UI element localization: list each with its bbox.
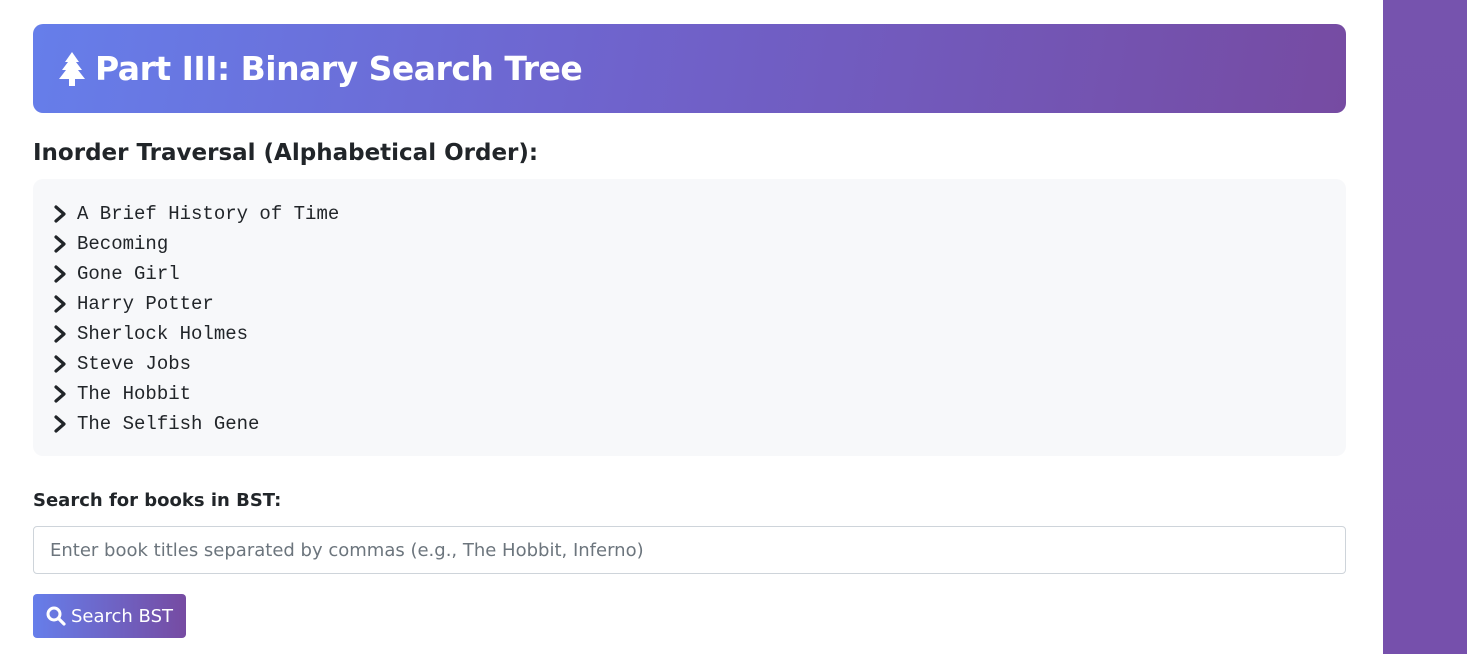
traversal-list: A Brief History of Time Becoming Gone Girl… bbox=[53, 199, 1346, 439]
search-label: Search for books in BST: bbox=[33, 490, 282, 511]
list-item: Steve Jobs bbox=[53, 349, 1346, 379]
chevron-right-icon bbox=[53, 355, 67, 373]
list-item: Gone Girl bbox=[53, 259, 1346, 289]
list-item: The Selfish Gene bbox=[53, 409, 1346, 439]
chevron-right-icon bbox=[53, 325, 67, 343]
tree-icon bbox=[57, 51, 87, 87]
list-item-label: Sherlock Holmes bbox=[77, 323, 249, 345]
list-item: Sherlock Holmes bbox=[53, 319, 1346, 349]
list-item-label: Harry Potter bbox=[77, 293, 214, 315]
list-item-label: The Selfish Gene bbox=[77, 413, 260, 435]
search-icon bbox=[46, 606, 66, 626]
chevron-right-icon bbox=[53, 295, 67, 313]
content-card: Part III: Binary Search Tree Inorder Tra… bbox=[0, 0, 1383, 654]
search-bst-button[interactable]: Search BST bbox=[33, 594, 186, 638]
list-item-label: Becoming bbox=[77, 233, 169, 255]
chevron-right-icon bbox=[53, 385, 67, 403]
traversal-heading: Inorder Traversal (Alphabetical Order): bbox=[33, 140, 539, 166]
chevron-right-icon bbox=[53, 265, 67, 283]
list-item-label: A Brief History of Time bbox=[77, 203, 340, 225]
list-item: A Brief History of Time bbox=[53, 199, 1346, 229]
search-input[interactable] bbox=[33, 526, 1346, 574]
chevron-right-icon bbox=[53, 235, 67, 253]
list-item-label: Gone Girl bbox=[77, 263, 180, 285]
page: Part III: Binary Search Tree Inorder Tra… bbox=[0, 0, 1467, 654]
traversal-list-panel: A Brief History of Time Becoming Gone Girl… bbox=[33, 179, 1346, 456]
list-item: The Hobbit bbox=[53, 379, 1346, 409]
section-header: Part III: Binary Search Tree bbox=[33, 24, 1346, 113]
list-item: Harry Potter bbox=[53, 289, 1346, 319]
list-item: Becoming bbox=[53, 229, 1346, 259]
side-background-panel bbox=[1383, 0, 1467, 654]
search-button-label: Search BST bbox=[70, 605, 173, 627]
list-item-label: Steve Jobs bbox=[77, 353, 192, 375]
list-item-label: The Hobbit bbox=[77, 383, 192, 405]
chevron-right-icon bbox=[53, 415, 67, 433]
page-title: Part III: Binary Search Tree bbox=[95, 49, 583, 88]
chevron-right-icon bbox=[53, 205, 67, 223]
